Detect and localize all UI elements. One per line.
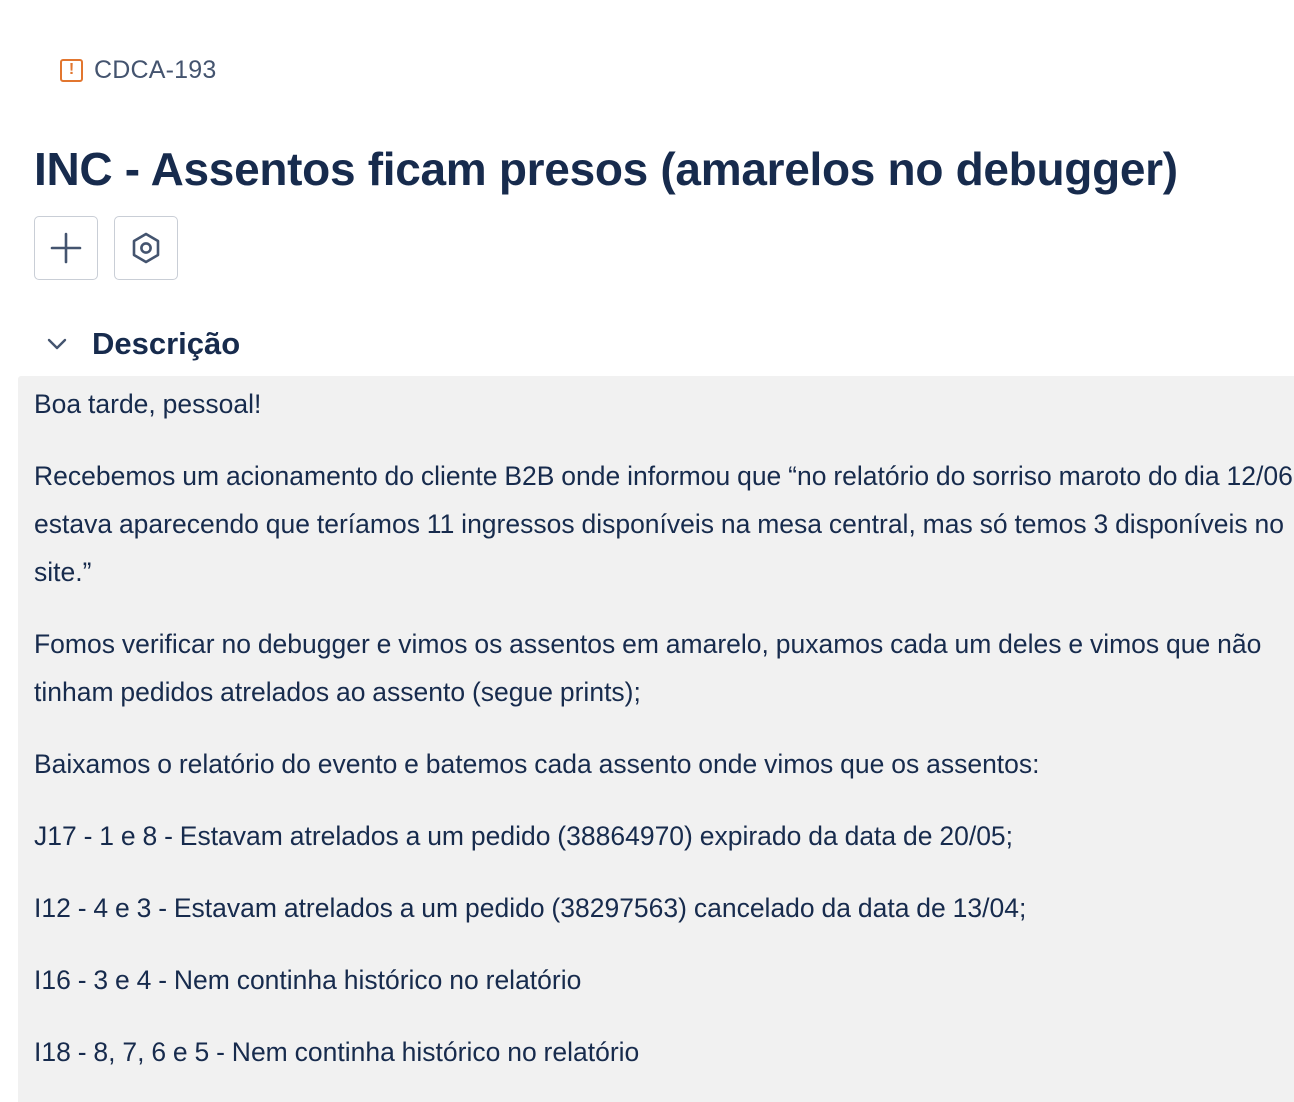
issue-actions bbox=[34, 216, 178, 280]
apps-button[interactable] bbox=[114, 216, 178, 280]
description-body[interactable]: Boa tarde, pessoal! Recebemos um acionam… bbox=[18, 376, 1294, 1102]
hexagon-gear-icon bbox=[132, 232, 160, 264]
exclamation-icon: ! bbox=[60, 58, 83, 82]
issue-page: ! CDCA-193 INC - Assentos ficam presos (… bbox=[0, 0, 1294, 1102]
description-section-header: Descrição bbox=[44, 322, 240, 366]
description-paragraph: Boa tarde, pessoal! bbox=[34, 389, 262, 419]
description-paragraph: J17 - 1 e 8 - Estavam atrelados a um ped… bbox=[34, 821, 1014, 851]
breadcrumb: ! CDCA-193 bbox=[60, 56, 216, 84]
issue-title[interactable]: INC - Assentos ficam presos (amarelos no… bbox=[34, 142, 1178, 196]
issue-key-link[interactable]: CDCA-193 bbox=[94, 56, 216, 85]
chevron-down-icon[interactable] bbox=[44, 331, 70, 357]
description-paragraph: I16 - 3 e 4 - Nem continha histórico no … bbox=[34, 965, 582, 995]
description-paragraph: Baixamos o relatório do evento e batemos… bbox=[34, 749, 1040, 779]
description-paragraph: I18 - 8, 7, 6 e 5 - Nem continha históri… bbox=[34, 1037, 640, 1067]
add-button[interactable] bbox=[34, 216, 98, 280]
description-paragraph: I12 - 4 e 3 - Estavam atrelados a um ped… bbox=[34, 893, 1027, 923]
description-heading: Descrição bbox=[92, 326, 241, 361]
plus-icon bbox=[50, 232, 82, 264]
description-paragraph: Recebemos um acionamento do cliente B2B … bbox=[34, 461, 1293, 587]
description-paragraph: Fomos verificar no debugger e vimos os a… bbox=[34, 629, 1262, 707]
